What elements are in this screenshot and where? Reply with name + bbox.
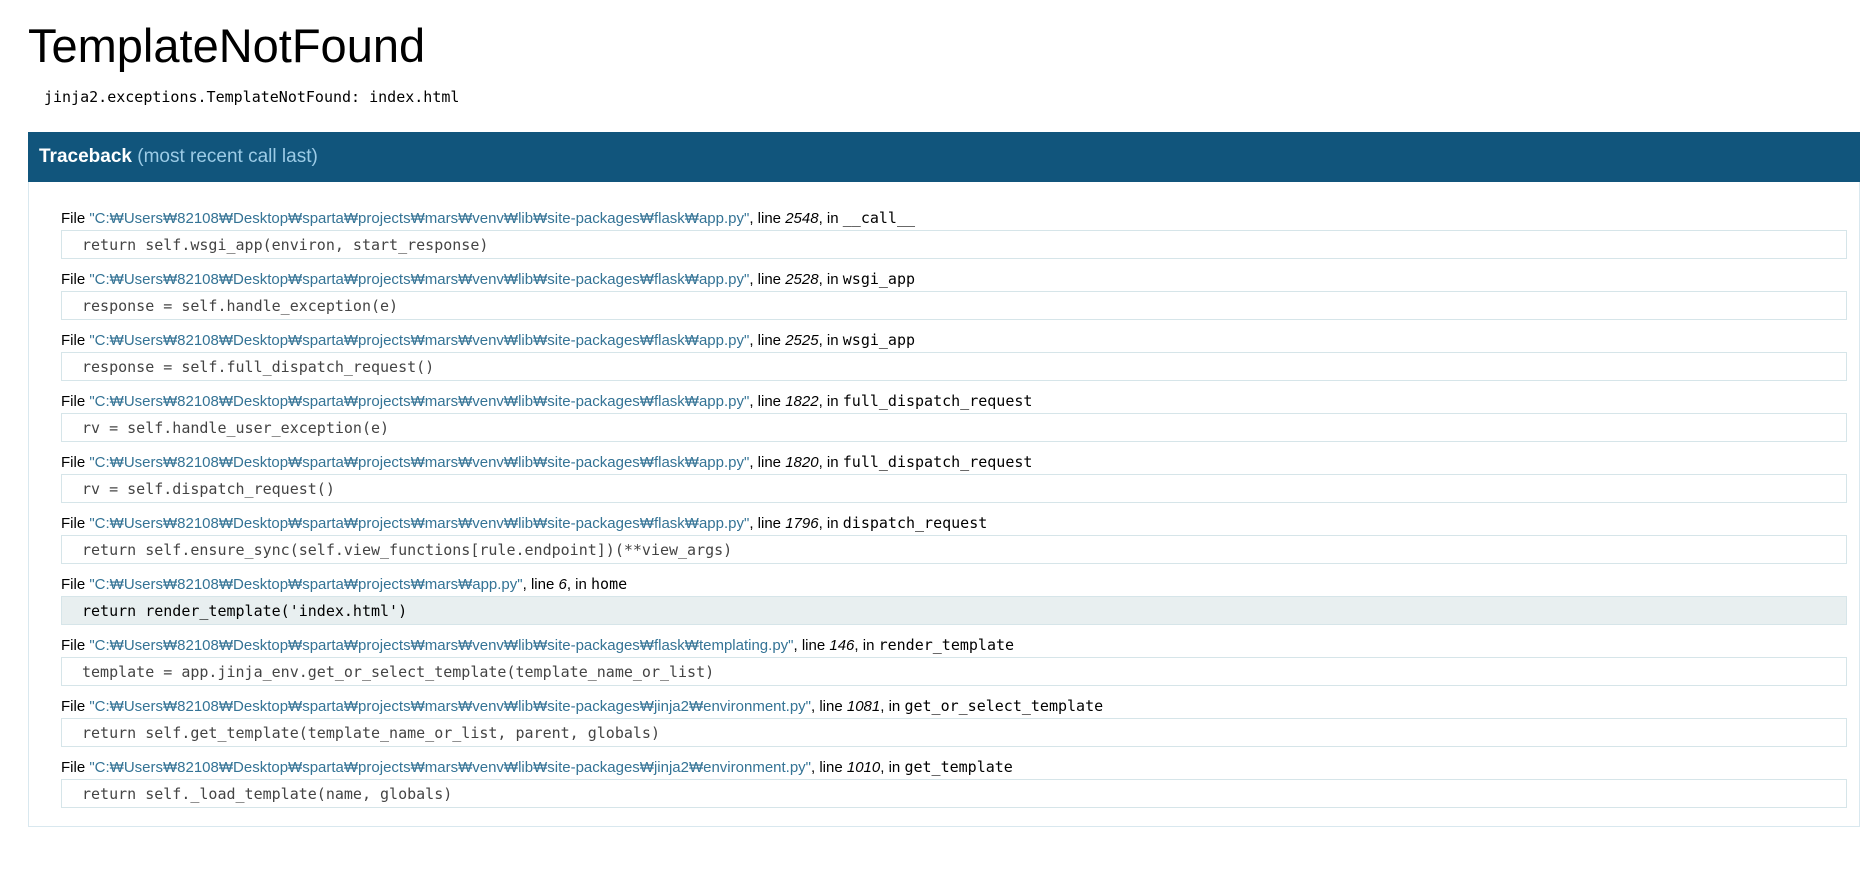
- frame-code-line[interactable]: return self.wsgi_app(environ, start_resp…: [61, 230, 1847, 259]
- traceback-frame[interactable]: File "C:₩Users₩82108₩Desktop₩sparta₩proj…: [61, 269, 1847, 320]
- line-label: line: [757, 393, 782, 410]
- frame-lineno: 2528: [785, 271, 819, 288]
- traceback-frame[interactable]: File "C:₩Users₩82108₩Desktop₩sparta₩proj…: [61, 452, 1847, 503]
- file-label: File: [61, 576, 86, 593]
- in-label: in: [826, 393, 839, 410]
- traceback-header: Traceback (most recent call last): [28, 132, 1860, 182]
- traceback-title: Traceback: [39, 146, 132, 167]
- file-label: File: [61, 515, 86, 532]
- frame-info: File "C:₩Users₩82108₩Desktop₩sparta₩proj…: [61, 697, 1104, 715]
- file-label: File: [61, 210, 86, 227]
- frame-code-line[interactable]: return render_template('index.html'): [61, 596, 1847, 625]
- frame-filename: "C:₩Users₩82108₩Desktop₩sparta₩projects₩…: [89, 637, 794, 654]
- frame-info: File "C:₩Users₩82108₩Desktop₩sparta₩proj…: [61, 575, 628, 593]
- traceback-frame[interactable]: File "C:₩Users₩82108₩Desktop₩sparta₩proj…: [61, 208, 1847, 259]
- frame-filename: "C:₩Users₩82108₩Desktop₩sparta₩projects₩…: [89, 271, 750, 288]
- line-label: line: [819, 759, 843, 776]
- line-label: line: [757, 271, 782, 288]
- frame-code-line[interactable]: rv = self.dispatch_request(): [61, 474, 1847, 503]
- traceback-frame[interactable]: File "C:₩Users₩82108₩Desktop₩sparta₩proj…: [61, 696, 1847, 747]
- frame-info: File "C:₩Users₩82108₩Desktop₩sparta₩proj…: [61, 209, 916, 227]
- in-label: in: [862, 637, 875, 654]
- line-label: line: [757, 515, 782, 532]
- frame-code-line[interactable]: response = self.handle_exception(e): [61, 291, 1847, 320]
- traceback-frame[interactable]: File "C:₩Users₩82108₩Desktop₩sparta₩proj…: [61, 513, 1847, 564]
- frame-code-line[interactable]: template = app.jinja_env.get_or_select_t…: [61, 657, 1847, 686]
- frame-filename: "C:₩Users₩82108₩Desktop₩sparta₩projects₩…: [89, 759, 811, 776]
- frame-code-line[interactable]: return self.ensure_sync(self.view_functi…: [61, 535, 1847, 564]
- frame-filename: "C:₩Users₩82108₩Desktop₩sparta₩projects₩…: [89, 576, 523, 593]
- frame-function: home: [591, 575, 628, 593]
- frame-info: File "C:₩Users₩82108₩Desktop₩sparta₩proj…: [61, 758, 1013, 776]
- error-page: TemplateNotFound jinja2.exceptions.Templ…: [0, 0, 1860, 827]
- frame-function: full_dispatch_request: [842, 453, 1033, 471]
- in-label: in: [888, 759, 901, 776]
- frame-lineno: 146: [829, 637, 855, 654]
- frame-lineno: 1081: [846, 698, 881, 715]
- in-label: in: [888, 698, 901, 715]
- in-label: in: [575, 576, 587, 593]
- file-label: File: [61, 271, 86, 288]
- file-label: File: [61, 637, 86, 654]
- file-label: File: [61, 332, 86, 349]
- frame-function: __call__: [842, 209, 916, 227]
- frame-function: get_template: [904, 758, 1013, 776]
- frame-lineno: 2525: [785, 332, 819, 349]
- frame-code-line[interactable]: rv = self.handle_user_exception(e): [61, 413, 1847, 442]
- file-label: File: [61, 698, 86, 715]
- frame-info: File "C:₩Users₩82108₩Desktop₩sparta₩proj…: [61, 453, 1033, 471]
- frame-info: File "C:₩Users₩82108₩Desktop₩sparta₩proj…: [61, 514, 988, 532]
- traceback-frame[interactable]: File "C:₩Users₩82108₩Desktop₩sparta₩proj…: [61, 330, 1847, 381]
- frame-info: File "C:₩Users₩82108₩Desktop₩sparta₩proj…: [61, 636, 1015, 654]
- traceback-frame[interactable]: File "C:₩Users₩82108₩Desktop₩sparta₩proj…: [61, 635, 1847, 686]
- line-label: line: [801, 637, 826, 654]
- error-message: jinja2.exceptions.TemplateNotFound: inde…: [44, 88, 460, 106]
- frame-filename: "C:₩Users₩82108₩Desktop₩sparta₩projects₩…: [89, 210, 750, 227]
- frame-info: File "C:₩Users₩82108₩Desktop₩sparta₩proj…: [61, 331, 916, 349]
- frame-list: File "C:₩Users₩82108₩Desktop₩sparta₩proj…: [28, 182, 1860, 827]
- frame-function: render_template: [878, 636, 1015, 654]
- line-label: line: [757, 210, 782, 227]
- frame-code-line[interactable]: response = self.full_dispatch_request(): [61, 352, 1847, 381]
- line-label: line: [757, 332, 782, 349]
- frame-code-line[interactable]: return self.get_template(template_name_o…: [61, 718, 1847, 747]
- frame-code-line[interactable]: return self._load_template(name, globals…: [61, 779, 1847, 808]
- line-label: line: [819, 698, 843, 715]
- in-label: in: [826, 515, 839, 532]
- file-label: File: [61, 759, 86, 776]
- frame-filename: "C:₩Users₩82108₩Desktop₩sparta₩projects₩…: [89, 515, 750, 532]
- frame-filename: "C:₩Users₩82108₩Desktop₩sparta₩projects₩…: [89, 698, 811, 715]
- frame-filename: "C:₩Users₩82108₩Desktop₩sparta₩projects₩…: [89, 393, 750, 410]
- file-label: File: [61, 393, 86, 410]
- frame-lineno: 1010: [846, 759, 881, 776]
- frame-function: wsgi_app: [842, 270, 916, 288]
- frame-function: dispatch_request: [842, 514, 988, 532]
- frame-filename: "C:₩Users₩82108₩Desktop₩sparta₩projects₩…: [89, 332, 750, 349]
- traceback-frame[interactable]: File "C:₩Users₩82108₩Desktop₩sparta₩proj…: [61, 391, 1847, 442]
- file-label: File: [61, 454, 86, 471]
- traceback: Traceback (most recent call last) File "…: [28, 132, 1860, 827]
- line-label: line: [530, 576, 555, 593]
- frame-lineno: 1822: [785, 393, 819, 410]
- traceback-frame-app[interactable]: File "C:₩Users₩82108₩Desktop₩sparta₩proj…: [61, 574, 1847, 625]
- line-label: line: [757, 454, 782, 471]
- frame-lineno: 6: [558, 576, 567, 593]
- page-title: TemplateNotFound: [28, 19, 426, 72]
- frame-function: get_or_select_template: [904, 697, 1104, 715]
- in-label: in: [826, 210, 839, 227]
- in-label: in: [826, 271, 839, 288]
- frame-function: wsgi_app: [842, 331, 916, 349]
- in-label: in: [826, 454, 839, 471]
- frame-filename: "C:₩Users₩82108₩Desktop₩sparta₩projects₩…: [89, 454, 750, 471]
- frame-info: File "C:₩Users₩82108₩Desktop₩sparta₩proj…: [61, 392, 1033, 410]
- frame-lineno: 1796: [785, 515, 819, 532]
- frame-info: File "C:₩Users₩82108₩Desktop₩sparta₩proj…: [61, 270, 916, 288]
- in-label: in: [826, 332, 839, 349]
- frame-function: full_dispatch_request: [842, 392, 1033, 410]
- frame-lineno: 2548: [785, 210, 819, 227]
- frame-lineno: 1820: [785, 454, 819, 471]
- traceback-subtitle: (most recent call last): [137, 146, 318, 167]
- traceback-frame[interactable]: File "C:₩Users₩82108₩Desktop₩sparta₩proj…: [61, 757, 1847, 808]
